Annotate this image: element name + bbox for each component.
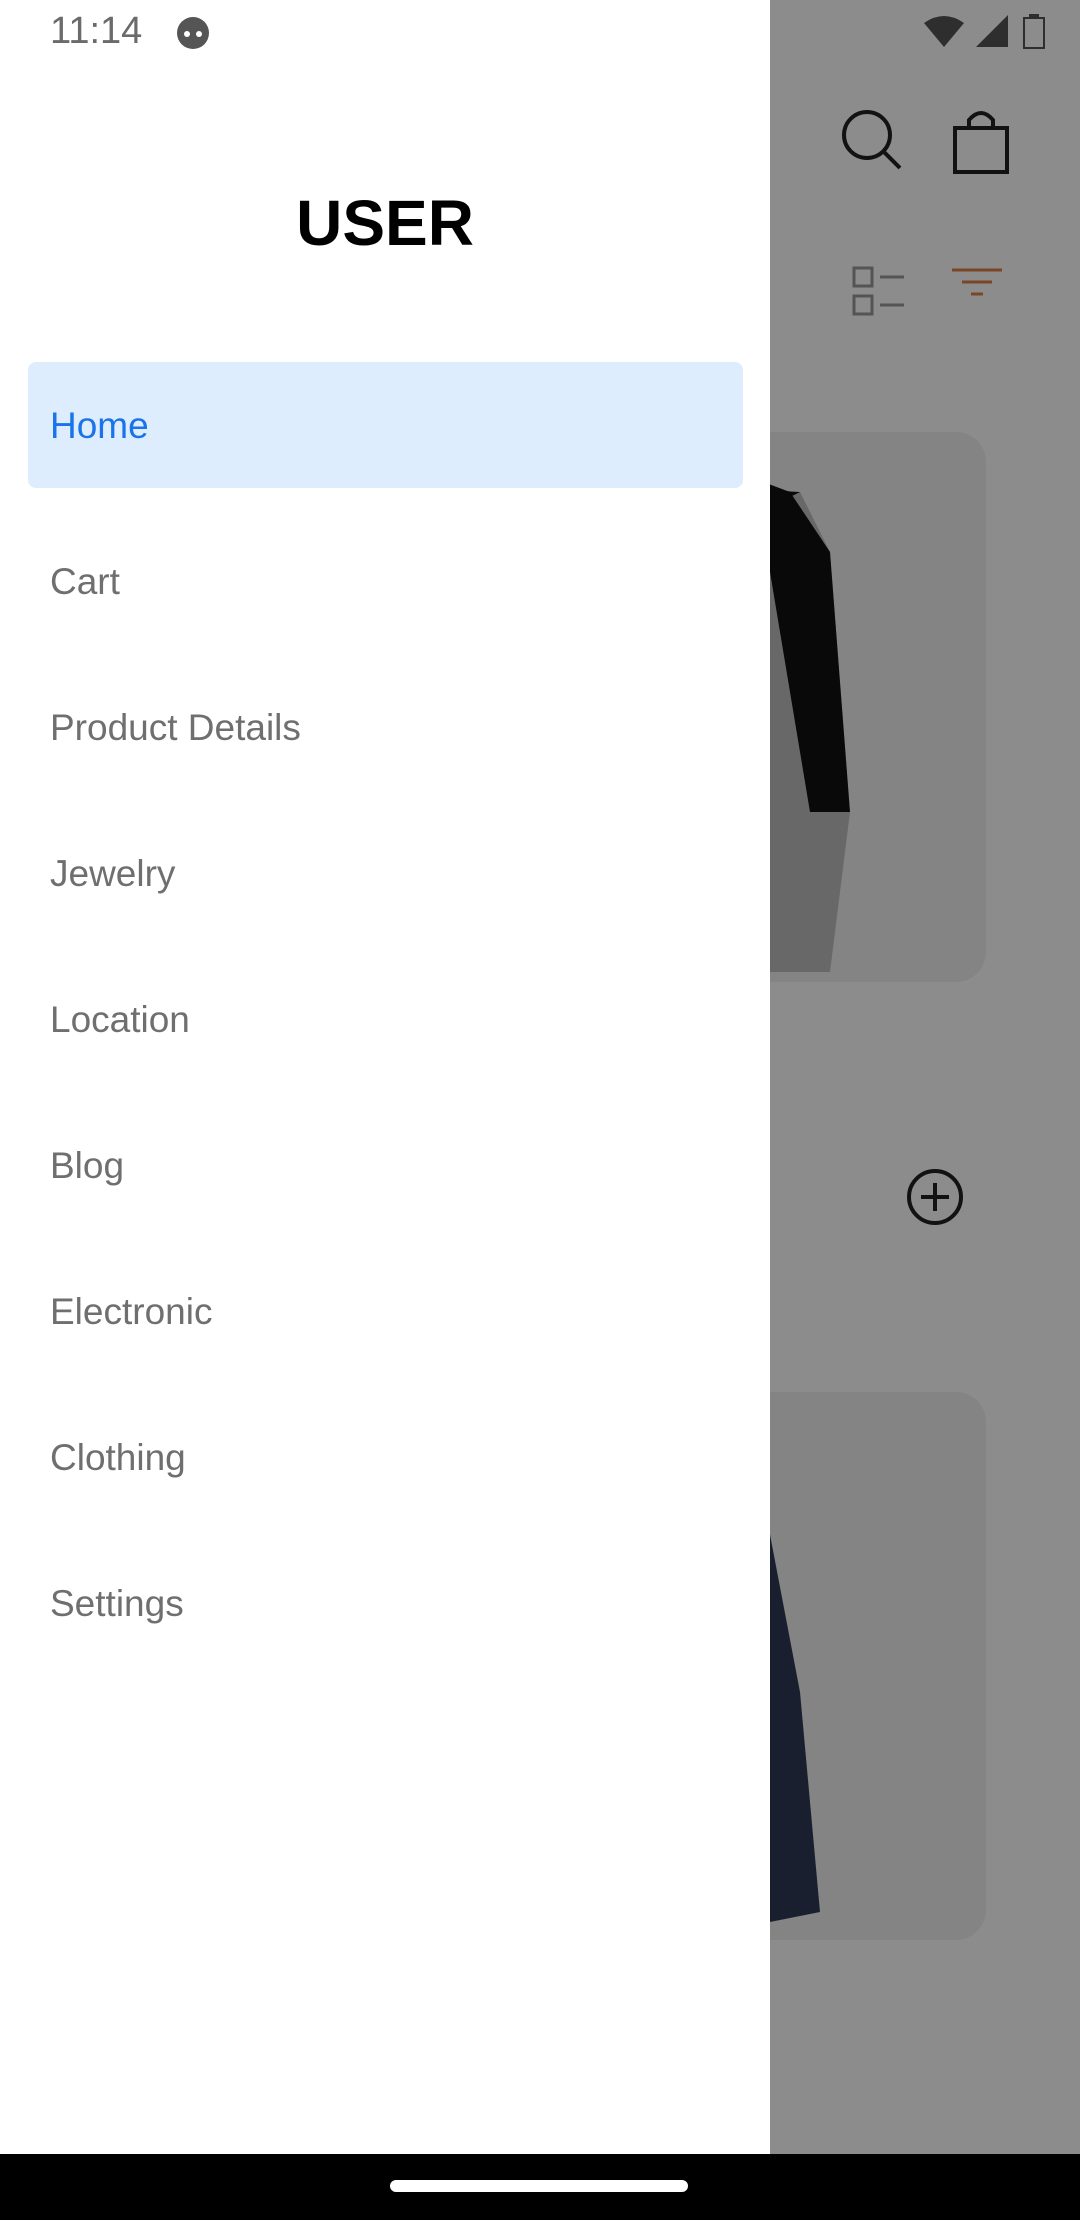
drawer-title: USER xyxy=(296,187,474,259)
home-gesture-handle[interactable] xyxy=(390,2180,688,2192)
menu-item-jewelry[interactable]: Jewelry xyxy=(28,800,743,946)
menu-item-product-details[interactable]: Product Details xyxy=(28,654,743,800)
menu-item-label: Jewelry xyxy=(50,852,176,894)
menu-item-label: Home xyxy=(50,404,149,446)
navigation-drawer: 11:14 USER Home Cart Product Details Jew… xyxy=(0,0,770,2154)
menu-item-label: Settings xyxy=(50,1582,184,1624)
app-notification-icon xyxy=(177,17,209,49)
status-time: 11:14 xyxy=(50,10,143,52)
menu-item-clothing[interactable]: Clothing xyxy=(28,1384,743,1530)
menu-item-blog[interactable]: Blog xyxy=(28,1092,743,1238)
menu-item-electronic[interactable]: Electronic xyxy=(28,1238,743,1384)
menu-item-location[interactable]: Location xyxy=(28,946,743,1092)
system-navigation-bar xyxy=(0,2154,1080,2220)
menu-item-label: Cart xyxy=(50,560,120,602)
menu-item-label: Blog xyxy=(50,1144,125,1186)
menu-item-label: Electronic xyxy=(50,1290,213,1332)
menu-item-label: Location xyxy=(50,998,190,1040)
menu-item-label: Product Details xyxy=(50,706,301,748)
menu-item-home[interactable]: Home xyxy=(28,362,743,488)
menu-item-label: Clothing xyxy=(50,1436,186,1478)
menu-item-cart[interactable]: Cart xyxy=(28,508,743,654)
menu-item-settings[interactable]: Settings xyxy=(28,1530,743,1676)
drawer-menu: Home Cart Product Details Jewelry Locati… xyxy=(28,362,743,1676)
